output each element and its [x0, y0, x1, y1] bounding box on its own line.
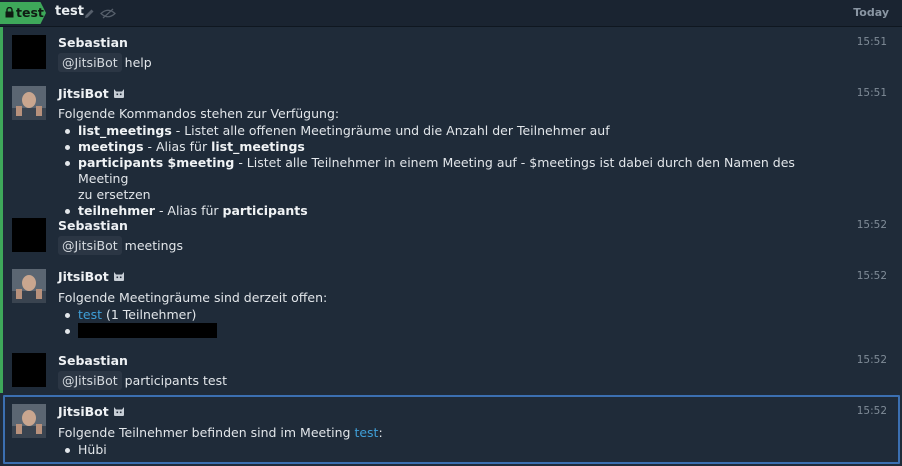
redacted-block: [78, 323, 217, 338]
date-divider-label: Today: [853, 6, 889, 19]
command-list: list_meetings - Listet alle offenen Meet…: [58, 123, 818, 219]
message-time: 15:52: [856, 354, 887, 366]
avatar[interactable]: [12, 218, 46, 252]
sender-name[interactable]: Sebastian: [58, 35, 128, 50]
lock-icon: [5, 2, 15, 24]
message-time: 15:51: [856, 87, 887, 99]
message-body: @JitsiBot participants test: [58, 371, 227, 390]
message-body: Folgende Teilnehmer befinden sind im Mee…: [58, 425, 818, 458]
sender-name[interactable]: JitsiBot: [58, 269, 125, 285]
command-desc: - Alias für: [143, 139, 212, 154]
mention-pill[interactable]: @JitsiBot: [58, 53, 122, 72]
bot-icon: [113, 405, 125, 420]
meeting-list: test (1 Teilnehmer): [58, 307, 818, 339]
avatar[interactable]: [12, 353, 46, 387]
room-tag[interactable]: test: [0, 2, 46, 24]
message-intro: Folgende Kommandos stehen zur Verfügung:: [58, 106, 340, 121]
meeting-count: (1 Teilnehmer): [102, 307, 197, 322]
message-body: @JitsiBot meetings: [58, 236, 183, 255]
list-item: test (1 Teilnehmer): [58, 307, 818, 323]
message-time: 15:52: [856, 270, 887, 282]
sender-label: JitsiBot: [58, 404, 109, 419]
intro-text: Folgende Teilnehmer befinden sind im Mee…: [58, 425, 355, 440]
list-item: teilnehmer - Alias für participants: [58, 203, 818, 219]
message-text: help: [124, 55, 152, 70]
list-item: participants $meeting - Listet alle Teil…: [58, 155, 818, 203]
message-text: participants test: [124, 373, 228, 388]
sender-name[interactable]: Sebastian: [58, 218, 128, 233]
message-intro: Folgende Meetingräume sind derzeit offen…: [58, 290, 328, 305]
message-text: meetings: [124, 238, 183, 253]
message-item[interactable]: JitsiBot 15:52 Folgende Teilnehmer befin…: [3, 404, 899, 460]
message-body: Folgende Meetingräume sind derzeit offen…: [58, 290, 818, 339]
command-desc: - Alias für: [154, 203, 223, 218]
sender-label: JitsiBot: [58, 86, 109, 101]
bot-avatar[interactable]: [12, 269, 46, 303]
command-desc-continued: zu ersetzen: [78, 187, 151, 202]
list-item: meetings - Alias für list_meetings: [58, 139, 818, 155]
meeting-link[interactable]: test: [354, 425, 378, 440]
command-name: teilnehmer: [78, 203, 155, 218]
command-ref: participants: [222, 203, 308, 218]
command-name: meetings: [78, 139, 144, 154]
hidden-eye-icon[interactable]: [100, 7, 116, 22]
intro-colon: :: [378, 425, 383, 440]
sender-name[interactable]: JitsiBot: [58, 86, 125, 102]
command-name: participants $meeting: [78, 155, 235, 170]
message-item: JitsiBot 15:52 Folgende Meetingräume sin…: [3, 269, 899, 341]
message-item: JitsiBot 15:51 Folgende Kommandos stehen…: [3, 86, 899, 218]
message-time: 15:52: [856, 219, 887, 231]
sender-name[interactable]: JitsiBot: [58, 404, 125, 420]
message-item: Sebastian 15:52 @JitsiBot meetings: [3, 218, 899, 258]
room-header: test test Today: [0, 0, 902, 27]
list-item: list_meetings - Listet alle offenen Meet…: [58, 123, 818, 139]
message-body: Folgende Kommandos stehen zur Verfügung:…: [58, 106, 818, 219]
list-item: Hübi: [58, 442, 818, 458]
bot-avatar[interactable]: [12, 86, 46, 120]
message-body: @JitsiBot help: [58, 53, 152, 72]
message-item: Sebastian 15:52 @JitsiBot participants te…: [3, 353, 899, 393]
message-item: Sebastian 15:51 @JitsiBot help: [3, 35, 899, 75]
room-title: test: [55, 4, 84, 19]
meeting-link[interactable]: test: [78, 307, 102, 322]
participant-list: Hübi: [58, 442, 818, 458]
avatar[interactable]: [12, 35, 46, 69]
command-desc: - Listet alle offenen Meetingräume und d…: [171, 123, 610, 138]
sender-label: JitsiBot: [58, 269, 109, 284]
list-item: [58, 323, 818, 339]
command-name: list_meetings: [78, 123, 172, 138]
sender-name[interactable]: Sebastian: [58, 353, 128, 368]
bot-icon: [113, 270, 125, 285]
mention-pill[interactable]: @JitsiBot: [58, 371, 122, 390]
pencil-icon[interactable]: [84, 7, 95, 22]
command-ref: list_meetings: [211, 139, 305, 154]
message-intro: Folgende Teilnehmer befinden sind im Mee…: [58, 425, 818, 441]
mention-pill[interactable]: @JitsiBot: [58, 236, 122, 255]
room-tag-label: test: [16, 5, 44, 20]
message-time: 15:52: [856, 405, 887, 417]
bot-avatar[interactable]: [12, 404, 46, 438]
message-time: 15:51: [856, 36, 887, 48]
bot-icon: [113, 87, 125, 102]
